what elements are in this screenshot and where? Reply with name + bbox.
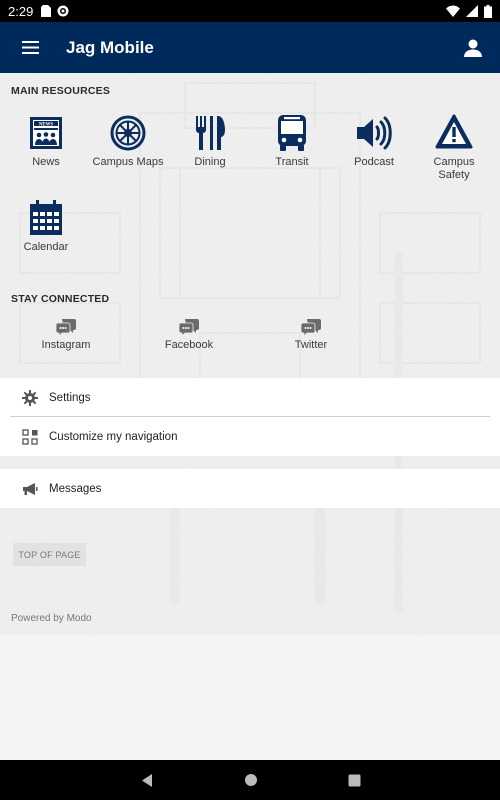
sim-card-icon: [41, 5, 52, 17]
tile-news-label: News: [32, 156, 60, 168]
tile-campus-maps-label: Campus Maps: [92, 156, 164, 168]
social-facebook-label: Facebook: [164, 339, 214, 351]
back-icon[interactable]: [140, 773, 154, 788]
main-resources-heading: MAIN RESOURCES: [11, 85, 111, 97]
customize-navigation-label: Customize my navigation: [49, 430, 178, 443]
social-instagram[interactable]: Instagram: [16, 319, 116, 351]
tile-campus-safety-label: Campus Safety: [413, 156, 495, 182]
tile-podcast[interactable]: Podcast: [333, 113, 415, 169]
speaker-icon: [357, 116, 392, 150]
home-content: MAIN RESOURCES NEWS News Campus Maps Din…: [0, 73, 500, 635]
messages-label: Messages: [49, 482, 102, 495]
recents-icon[interactable]: [348, 774, 361, 787]
tile-transit[interactable]: Transit: [251, 113, 333, 169]
social-facebook[interactable]: Facebook: [139, 319, 239, 351]
status-time: 2:29: [8, 3, 34, 19]
status-bar: 2:29: [0, 0, 500, 22]
stay-connected-heading: STAY CONNECTED: [11, 293, 110, 305]
tile-campus-maps[interactable]: Campus Maps: [87, 113, 169, 169]
grid-squares-icon: [22, 428, 38, 445]
chat-bubbles-icon: [179, 319, 199, 337]
person-icon: [464, 39, 482, 57]
customize-navigation-row[interactable]: Customize my navigation: [0, 417, 500, 456]
tile-campus-safety[interactable]: Campus Safety: [413, 113, 495, 182]
warning-icon: [435, 114, 473, 149]
tile-dining-label: Dining: [194, 156, 226, 168]
tile-transit-label: Transit: [275, 156, 309, 168]
tile-dining[interactable]: Dining: [169, 113, 251, 169]
signal-icon: [466, 5, 478, 17]
newspaper-icon: NEWS: [30, 117, 62, 149]
app-bar: Jag Mobile: [0, 22, 500, 73]
wheel-icon: [110, 115, 146, 151]
messages-row[interactable]: Messages: [0, 469, 500, 508]
battery-icon: [484, 4, 492, 18]
gear-icon: [22, 389, 38, 406]
hamburger-menu-icon: [21, 41, 39, 54]
chat-bubbles-icon: [56, 319, 76, 337]
megaphone-icon: [23, 482, 38, 495]
bus-icon: [278, 115, 306, 151]
menu-button[interactable]: [0, 22, 60, 73]
tile-campus-safety-label-line-2: Safety: [438, 169, 470, 181]
tile-calendar-label: Calendar: [23, 241, 69, 253]
settings-label: Settings: [49, 391, 91, 404]
wifi-icon: [446, 5, 460, 17]
fork-knife-icon: [196, 116, 225, 150]
app-title: Jag Mobile: [66, 37, 154, 57]
top-of-page-button[interactable]: TOP OF PAGE: [13, 543, 86, 566]
system-navigation-bar: [0, 760, 500, 800]
chat-bubbles-icon: [301, 319, 321, 337]
settings-row[interactable]: Settings: [0, 378, 500, 417]
powered-by-text: Powered by Modo: [11, 613, 92, 624]
social-twitter-label: Twitter: [294, 339, 328, 351]
calendar-icon: [30, 200, 62, 235]
sync-icon: [57, 5, 69, 17]
profile-button[interactable]: [446, 22, 500, 73]
home-icon[interactable]: [244, 773, 258, 787]
social-twitter[interactable]: Twitter: [261, 319, 361, 351]
tile-news[interactable]: NEWS News: [5, 113, 87, 169]
tile-calendar[interactable]: Calendar: [5, 198, 87, 254]
tile-podcast-label: Podcast: [354, 156, 394, 168]
tile-campus-safety-label-line-1: Campus: [433, 156, 475, 168]
svg-text:NEWS: NEWS: [39, 122, 53, 127]
social-instagram-label: Instagram: [41, 339, 91, 351]
